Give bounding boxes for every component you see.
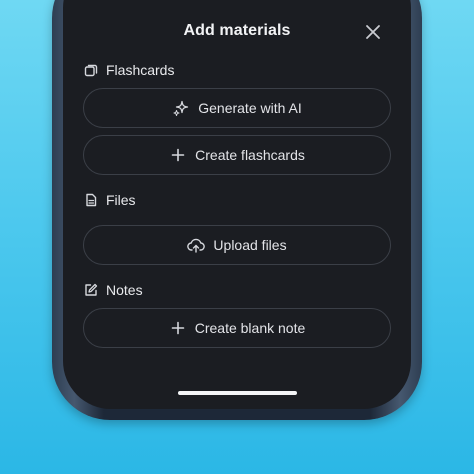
section-header-files: Files (83, 190, 136, 210)
generate-with-ai-button[interactable]: Generate with AI (83, 88, 391, 128)
sheet-header: Add materials (63, 18, 411, 46)
upload-files-button[interactable]: Upload files (83, 225, 391, 265)
create-blank-note-label: Create blank note (194, 320, 306, 336)
add-materials-sheet: Add materials Flashcards Generate with A… (63, 0, 411, 409)
section-label-notes: Notes (106, 282, 143, 298)
section-label-files: Files (106, 192, 136, 208)
section-header-flashcards: Flashcards (83, 60, 174, 80)
upload-files-label: Upload files (213, 237, 287, 253)
plus-icon (169, 146, 187, 164)
create-blank-note-button[interactable]: Create blank note (83, 308, 391, 348)
edit-note-icon (83, 282, 99, 298)
section-header-notes: Notes (83, 280, 143, 300)
upload-cloud-icon (187, 236, 206, 254)
plus-icon (169, 319, 187, 337)
generate-with-ai-label: Generate with AI (198, 100, 302, 116)
home-indicator (178, 391, 297, 395)
create-flashcards-label: Create flashcards (195, 147, 305, 163)
document-icon (83, 192, 99, 208)
create-flashcards-button[interactable]: Create flashcards (83, 135, 391, 175)
section-label-flashcards: Flashcards (106, 62, 175, 78)
close-icon (365, 24, 381, 40)
close-button[interactable] (361, 20, 385, 44)
sheet-title: Add materials (183, 22, 291, 39)
sparkle-icon (172, 99, 190, 117)
cards-icon (83, 62, 99, 78)
